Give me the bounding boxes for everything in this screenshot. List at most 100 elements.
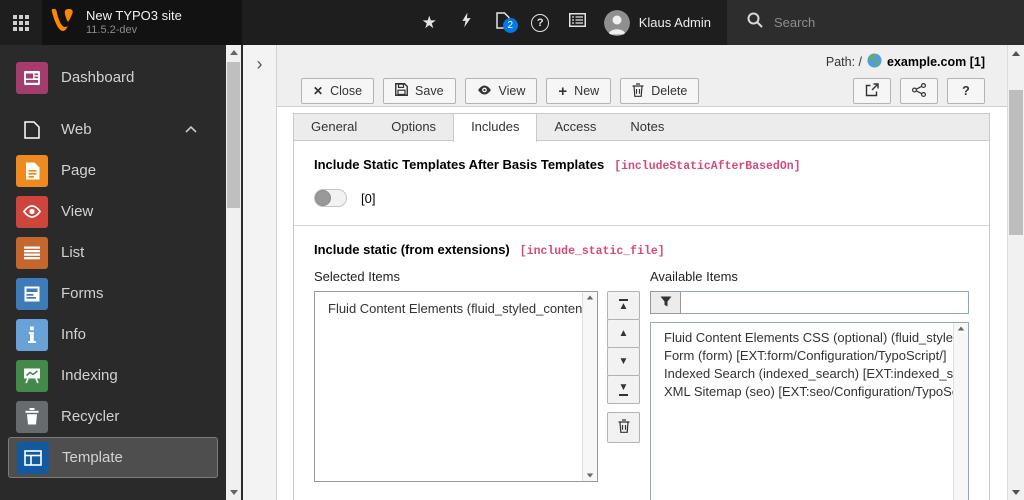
tab-access[interactable]: Access (537, 114, 613, 140)
scroll-up-arrow[interactable] (957, 326, 965, 331)
available-items-label: Available Items (650, 269, 738, 284)
help-toolbar-button[interactable]: ? (522, 0, 559, 45)
scroll-down-arrow[interactable] (226, 485, 241, 500)
site-title: New TYPO3 site (86, 8, 182, 23)
typo3-logo-icon (51, 7, 77, 38)
view-button[interactable]: View (464, 78, 538, 104)
info-icon (16, 318, 48, 351)
filter-input[interactable] (681, 291, 969, 314)
sidebar-item-label: Template (62, 449, 123, 466)
scroll-up-arrow[interactable] (586, 295, 594, 300)
tab-general[interactable]: General (294, 114, 374, 140)
move-down-button[interactable]: ▼ (607, 347, 640, 376)
available-item-option[interactable]: Form (form) [EXT:form/Configuration/Typo… (651, 347, 968, 365)
user-avatar (603, 9, 630, 36)
available-item-option[interactable]: XML Sitemap (seo) [EXT:seo/Configuration… (651, 383, 968, 401)
pagetree-collapsed-strip: › (243, 45, 277, 500)
selected-list-scrollbar[interactable] (582, 292, 597, 481)
path-label: Path: / (825, 55, 863, 69)
sidebar-item-indexing[interactable]: Indexing (0, 355, 243, 396)
move-to-top-button[interactable]: ▲ (607, 291, 640, 320)
selected-item-option[interactable]: Fluid Content Elements (fluid_styled_con… (315, 292, 597, 318)
open-in-new-window-button[interactable] (853, 78, 891, 104)
tab-options[interactable]: Options (374, 114, 453, 140)
trash-icon (632, 82, 644, 100)
web-icon (16, 114, 48, 146)
field-title: Include static (from extensions) [include… (314, 242, 665, 258)
sidebar-item-label: Page (61, 162, 97, 179)
list-lines-icon (16, 236, 48, 269)
tab-notes[interactable]: Notes (613, 114, 681, 140)
close-button[interactable]: ✕ Close (301, 78, 375, 104)
trash-icon (16, 400, 48, 433)
move-up-button[interactable]: ▲ (607, 319, 640, 348)
delete-button[interactable]: Delete (620, 78, 700, 104)
open-documents-badge: 2 (502, 18, 518, 33)
site-brand[interactable]: New TYPO3 site 11.5.2-dev (42, 0, 242, 45)
page-scrollbar[interactable] (1007, 45, 1024, 500)
user-menu-button[interactable]: Klaus Admin (596, 0, 727, 45)
save-button[interactable]: Save (383, 78, 456, 104)
scrollbar-thumb[interactable] (227, 62, 240, 208)
sidebar-item-template[interactable]: Template (8, 437, 218, 478)
page-icon (16, 154, 48, 187)
chevron-up-icon[interactable] (185, 126, 197, 133)
move-down-icon: ▼ (618, 355, 629, 367)
remove-item-button[interactable] (607, 412, 640, 443)
share-button[interactable] (900, 78, 938, 104)
sidebar-item-view[interactable]: View (0, 191, 243, 232)
available-item-option[interactable]: Indexed Search (indexed_search) [EXT:ind… (651, 365, 968, 383)
static-after-toggle[interactable] (314, 189, 347, 207)
question-icon: ? (531, 13, 550, 32)
user-name: Klaus Admin (638, 15, 711, 30)
globe-icon (867, 53, 882, 71)
sidebar-item-list[interactable]: List (0, 232, 243, 273)
expand-pagetree-button[interactable]: › (250, 53, 270, 75)
tab-includes[interactable]: Includes (453, 114, 538, 142)
new-button[interactable]: + New (546, 78, 612, 104)
doc-header-buttons: ✕ Close Save View + New Delete (301, 78, 700, 104)
sidebar-item-dashboard[interactable]: Dashboard (0, 57, 243, 98)
system-information-button[interactable] (559, 0, 596, 45)
sidebar-item-page[interactable]: Page (0, 150, 243, 191)
sidebar-item-recycler[interactable]: Recycler (0, 396, 243, 437)
eye-icon (477, 84, 492, 98)
available-items-list[interactable]: Fluid Content Elements CSS (optional) (f… (650, 322, 969, 500)
clear-cache-button[interactable] (448, 0, 485, 45)
sidebar-item-label: Dashboard (61, 69, 135, 86)
path-site-ref[interactable]: example.com [1] (887, 55, 985, 69)
sidebar-item-web[interactable]: Web (0, 109, 243, 150)
move-to-top-icon: ▲ (618, 299, 629, 312)
eye-icon (16, 195, 48, 228)
available-list-scrollbar[interactable] (953, 323, 968, 500)
global-search (727, 0, 1024, 45)
search-input[interactable] (774, 15, 984, 30)
module-menu-toggle-button[interactable] (0, 0, 42, 45)
available-item-option[interactable]: Fluid Content Elements CSS (optional) (f… (651, 323, 968, 347)
scrollbar-thumb[interactable] (1009, 90, 1023, 235)
tab-bar: General Options Includes Access Notes (293, 113, 990, 142)
doc-header: Path: / example.com [1] ✕ Close Save Vie… (277, 45, 1007, 107)
sidebar-item-info[interactable]: Info (0, 314, 243, 355)
indexing-icon (16, 359, 48, 392)
scroll-down-arrow[interactable] (1008, 484, 1024, 500)
filter-button[interactable] (650, 291, 681, 314)
section-include-static: Include static (from extensions) [include… (294, 226, 989, 500)
scroll-down-arrow[interactable] (586, 473, 594, 478)
close-icon: ✕ (313, 84, 324, 98)
sidebar-item-forms[interactable]: Forms (0, 273, 243, 314)
move-to-bottom-button[interactable]: ▼ (607, 375, 640, 404)
grid-icon (13, 14, 29, 31)
star-icon: ★ (421, 13, 437, 32)
shortcuts-button[interactable]: ★ (411, 0, 448, 45)
list-icon (568, 13, 586, 32)
help-button[interactable]: ? (947, 78, 985, 104)
sidebar-scrollbar[interactable] (226, 45, 241, 500)
selected-items-list[interactable]: Fluid Content Elements (fluid_styled_con… (314, 291, 598, 482)
scroll-up-arrow[interactable] (1008, 45, 1024, 61)
scroll-up-arrow[interactable] (226, 45, 241, 60)
dashboard-icon (16, 61, 48, 94)
open-documents-button[interactable]: 2 (485, 0, 522, 45)
selected-items-label: Selected Items (314, 269, 400, 284)
sidebar-item-label: Web (61, 121, 92, 138)
